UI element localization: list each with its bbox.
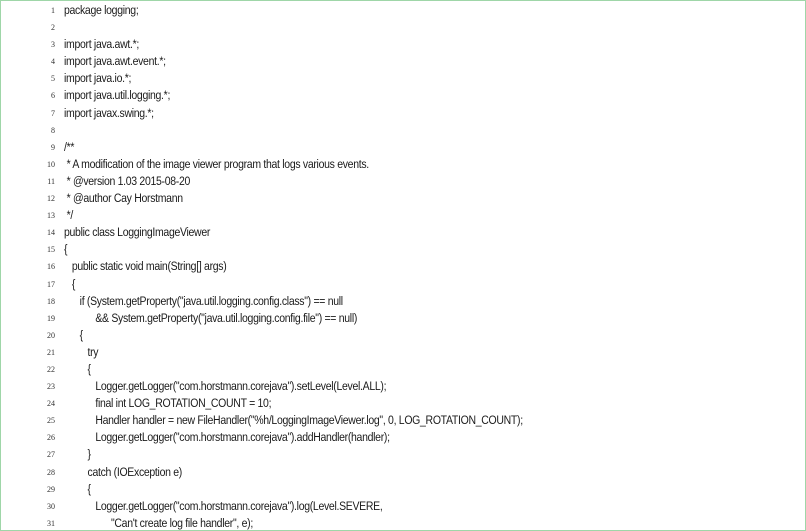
code-text: if (System.getProperty("java.util.loggin… bbox=[64, 293, 343, 308]
code-text: /** bbox=[64, 139, 75, 154]
code-line: 31 "Can't create log file handler", e); bbox=[1, 515, 805, 530]
code-text: catch (IOException e) bbox=[64, 464, 182, 479]
line-number: 27 bbox=[47, 450, 55, 460]
line-number: 2 bbox=[51, 23, 55, 33]
code-text: try bbox=[64, 344, 99, 359]
line-number: 23 bbox=[47, 382, 55, 392]
line-number: 10 bbox=[47, 159, 55, 169]
line-number: 11 bbox=[47, 176, 55, 186]
code-text: Logger.getLogger("com.horstmann.corejava… bbox=[64, 430, 390, 445]
code-line: 25 Handler handler = new FileHandler("%h… bbox=[1, 412, 805, 429]
code-line: 5 import java.io.*; bbox=[1, 70, 805, 87]
line-number: 4 bbox=[51, 57, 55, 67]
line-number: 20 bbox=[47, 330, 55, 340]
code-line: 29 { bbox=[1, 481, 805, 498]
code-line: 20 { bbox=[1, 327, 805, 344]
line-number: 28 bbox=[47, 467, 55, 477]
line-number: 22 bbox=[47, 364, 55, 374]
code-text: import javax.swing.*; bbox=[64, 105, 154, 120]
line-number: 16 bbox=[47, 262, 55, 272]
code-line: 28 catch (IOException e) bbox=[1, 464, 805, 481]
code-text: import java.util.logging.*; bbox=[64, 88, 171, 103]
code-text: public static void main(String[] args) bbox=[64, 259, 227, 274]
code-line: 22 { bbox=[1, 361, 805, 378]
code-text: * A modification of the image viewer pro… bbox=[64, 156, 370, 171]
code-text: final int LOG_ROTATION_COUNT = 10; bbox=[64, 396, 272, 411]
code-text: import java.awt.event.*; bbox=[64, 54, 166, 69]
code-line: 13 */ bbox=[1, 207, 805, 224]
line-number: 31 bbox=[47, 518, 55, 528]
code-line: 16 public static void main(String[] args… bbox=[1, 258, 805, 275]
code-line: 23 Logger.getLogger("com.horstmann.corej… bbox=[1, 378, 805, 395]
code-line: 1 package logging; bbox=[1, 2, 805, 19]
line-number: 8 bbox=[51, 125, 55, 135]
line-number: 14 bbox=[47, 228, 55, 238]
code-text: Logger.getLogger("com.horstmann.corejava… bbox=[64, 379, 387, 394]
line-number: 26 bbox=[47, 433, 55, 443]
code-line: 6 import java.util.logging.*; bbox=[1, 87, 805, 104]
code-text: { bbox=[64, 481, 91, 496]
line-number: 21 bbox=[47, 347, 55, 357]
code-line: 15 { bbox=[1, 241, 805, 258]
code-line: 9 /** bbox=[1, 139, 805, 156]
line-number: 12 bbox=[47, 194, 55, 204]
code-text: import java.awt.*; bbox=[64, 37, 139, 52]
code-text: } bbox=[64, 447, 91, 462]
code-text: * @author Cay Horstmann bbox=[64, 191, 183, 206]
code-text: "Can't create log file handler", e); bbox=[64, 515, 253, 530]
line-number: 25 bbox=[47, 416, 55, 426]
code-text: * @version 1.03 2015-08-20 bbox=[64, 173, 191, 188]
line-number: 5 bbox=[51, 74, 55, 84]
code-line: 10 * A modification of the image viewer … bbox=[1, 156, 805, 173]
code-text: { bbox=[64, 327, 84, 342]
code-text: public class LoggingImageViewer bbox=[64, 225, 211, 240]
line-number: 6 bbox=[51, 91, 55, 101]
code-line: 30 Logger.getLogger("com.horstmann.corej… bbox=[1, 498, 805, 515]
code-line: 24 final int LOG_ROTATION_COUNT = 10; bbox=[1, 395, 805, 412]
line-number: 3 bbox=[51, 40, 55, 50]
line-number: 19 bbox=[47, 313, 55, 323]
code-line: 21 try bbox=[1, 344, 805, 361]
code-text: */ bbox=[64, 208, 74, 223]
code-listing-frame: 1 package logging; 2 3 import java.awt.*; … bbox=[0, 0, 806, 531]
code-text: { bbox=[64, 276, 76, 291]
line-number: 7 bbox=[51, 108, 55, 118]
code-text: import java.io.*; bbox=[64, 71, 132, 86]
code-text: Logger.getLogger("com.horstmann.corejava… bbox=[64, 498, 383, 513]
code-line: 12 * @author Cay Horstmann bbox=[1, 190, 805, 207]
line-number: 13 bbox=[47, 211, 55, 221]
line-number: 17 bbox=[47, 279, 55, 289]
code-text: { bbox=[64, 361, 91, 376]
code-line: 26 Logger.getLogger("com.horstmann.corej… bbox=[1, 429, 805, 446]
line-number: 15 bbox=[47, 245, 55, 255]
code-text: && System.getProperty("java.util.logging… bbox=[64, 310, 358, 325]
line-number: 30 bbox=[47, 501, 55, 511]
code-text: { bbox=[64, 242, 68, 257]
code-line: 19 && System.getProperty("java.util.logg… bbox=[1, 310, 805, 327]
code-line: 17 { bbox=[1, 276, 805, 293]
code-line: 3 import java.awt.*; bbox=[1, 36, 805, 53]
line-number: 24 bbox=[47, 399, 55, 409]
code-line: 11 * @version 1.03 2015-08-20 bbox=[1, 173, 805, 190]
code-text: package logging; bbox=[64, 3, 139, 17]
code-line: 8 bbox=[1, 122, 805, 139]
code-line: 14 public class LoggingImageViewer bbox=[1, 224, 805, 241]
line-number: 9 bbox=[51, 142, 55, 152]
code-line: 7 import javax.swing.*; bbox=[1, 105, 805, 122]
code-text: Handler handler = new FileHandler("%h/Lo… bbox=[64, 413, 523, 428]
code-line: 18 if (System.getProperty("java.util.log… bbox=[1, 293, 805, 310]
code-listing: 1 package logging; 2 3 import java.awt.*; … bbox=[1, 2, 805, 530]
line-number: 18 bbox=[47, 296, 55, 306]
line-number: 1 bbox=[51, 6, 55, 15]
code-line: 27 } bbox=[1, 446, 805, 463]
line-number: 29 bbox=[47, 484, 55, 494]
code-line: 4 import java.awt.event.*; bbox=[1, 53, 805, 70]
code-line: 2 bbox=[1, 19, 805, 36]
